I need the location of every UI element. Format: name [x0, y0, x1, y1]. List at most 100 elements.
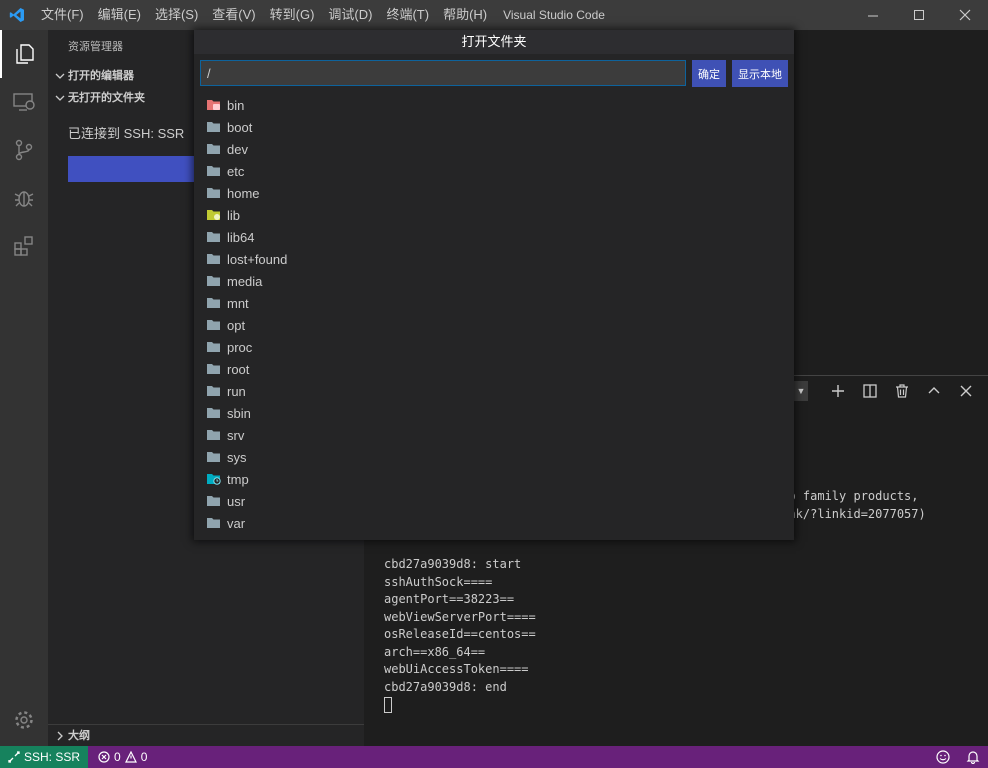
folder-list-item[interactable]: lost+found [194, 248, 794, 270]
menu-go[interactable]: 转到(G) [263, 0, 322, 30]
path-input[interactable] [200, 60, 686, 86]
folder-name: sys [227, 449, 247, 465]
plus-icon [832, 385, 844, 397]
no-folder-label: 无打开的文件夹 [68, 92, 145, 104]
problems-indicator[interactable]: 0 0 [88, 750, 157, 764]
folder-icon [206, 230, 222, 244]
explorer-activity[interactable] [0, 30, 48, 78]
dialog-input-row: 确定 显示本地 [200, 60, 788, 88]
new-terminal-button[interactable] [822, 376, 854, 406]
terminal-line: webViewServerPort==== [384, 609, 536, 624]
folder-list-item[interactable]: proc [194, 336, 794, 358]
activity-bar [0, 30, 48, 746]
folder-list-item[interactable]: home [194, 182, 794, 204]
terminal-line: sshAuthSock==== [384, 574, 493, 589]
extensions-icon [14, 236, 33, 256]
folder-list-item[interactable]: lib [194, 204, 794, 226]
folder-name: usr [227, 493, 246, 509]
outline-label: 大纲 [68, 729, 90, 742]
folder-list-item[interactable]: run [194, 380, 794, 402]
maximize-button[interactable] [896, 0, 942, 30]
folder-list-item[interactable]: mnt [194, 292, 794, 314]
show-local-button[interactable]: 显示本地 [732, 60, 788, 87]
open-folder-dialog: 打开文件夹 确定 显示本地 bin boot dev etc home lib lib64 l… [194, 30, 794, 540]
menu-selection[interactable]: 选择(S) [148, 0, 205, 30]
folder-icon [206, 384, 222, 398]
ok-button[interactable]: 确定 [692, 60, 726, 87]
folder-list-item[interactable]: bin [194, 94, 794, 116]
maximize-panel-button[interactable] [918, 376, 950, 406]
folder-list: bin boot dev etc home lib lib64 lost+found media… [194, 94, 794, 534]
folder-list-item[interactable]: tmp [194, 468, 794, 490]
close-panel-button[interactable] [950, 376, 982, 406]
folder-tmp-icon [206, 472, 222, 486]
folder-icon [206, 428, 222, 442]
folder-list-item[interactable]: etc [194, 160, 794, 182]
chevron-down-icon [52, 71, 68, 81]
notifications-button[interactable] [958, 746, 988, 768]
show-local-button-label: 显示本地 [738, 68, 782, 81]
chevron-down-icon [52, 93, 68, 103]
remote-label: SSH: SSR [24, 750, 81, 764]
close-window-button[interactable] [942, 0, 988, 30]
terminal-line: cbd27a9039d8: end [384, 679, 507, 694]
smiley-icon [936, 750, 950, 764]
folder-icon [206, 450, 222, 464]
outline-section[interactable]: 大纲 [48, 724, 364, 746]
menu-help[interactable]: 帮助(H) [436, 0, 494, 30]
folder-list-item[interactable]: root [194, 358, 794, 380]
folder-list-item[interactable]: usr [194, 490, 794, 512]
folder-icon [206, 274, 222, 288]
folder-name: root [227, 361, 250, 377]
remote-indicator[interactable]: SSH: SSR [0, 746, 89, 768]
menu-file[interactable]: 文件(F) [34, 0, 91, 30]
folder-list-item[interactable]: lib64 [194, 226, 794, 248]
terminal-select-dropdown[interactable]: ▼ [794, 381, 808, 401]
folder-name: etc [227, 163, 245, 179]
status-right [928, 746, 988, 768]
warning-icon [124, 751, 137, 763]
folder-name: sbin [227, 405, 251, 421]
split-terminal-button[interactable] [854, 376, 886, 406]
menu-edit[interactable]: 编辑(E) [91, 0, 148, 30]
debug-activity[interactable] [0, 174, 48, 222]
source-control-icon [15, 139, 33, 161]
kill-terminal-button[interactable] [886, 376, 918, 406]
source-control-activity[interactable] [0, 126, 48, 174]
error-count: 0 [114, 750, 121, 764]
error-icon [98, 751, 110, 763]
folder-list-item[interactable]: var [194, 512, 794, 534]
folder-list-item[interactable]: opt [194, 314, 794, 336]
feedback-button[interactable] [928, 746, 958, 768]
terminal-line: cbd27a9039d8: start [384, 557, 522, 571]
extensions-activity[interactable] [0, 222, 48, 270]
folder-list-item[interactable]: srv [194, 424, 794, 446]
open-editors-label: 打开的编辑器 [68, 70, 134, 82]
folder-icon [206, 142, 222, 156]
menu-terminal[interactable]: 终端(T) [379, 0, 436, 30]
remote-explorer-activity[interactable] [0, 78, 48, 126]
folder-list-item[interactable]: boot [194, 116, 794, 138]
panel-toolbar: ▼ [794, 376, 982, 406]
gear-icon [15, 711, 33, 729]
folder-list-item[interactable]: media [194, 270, 794, 292]
folder-list-item[interactable]: dev [194, 138, 794, 160]
folder-icon [206, 296, 222, 310]
folder-name: bin [227, 97, 245, 113]
folder-icon [206, 406, 222, 420]
folder-icon [206, 340, 222, 354]
folder-icon [206, 516, 222, 530]
folder-icon [206, 252, 222, 266]
menu-debug[interactable]: 调试(D) [321, 0, 379, 30]
folder-list-item[interactable]: sys [194, 446, 794, 468]
minimize-button[interactable] [850, 0, 896, 30]
menu-view[interactable]: 查看(V) [205, 0, 262, 30]
terminal-output-top: dio family products, link/?linkid=2077057… [774, 488, 926, 523]
folder-bin-icon [206, 98, 222, 112]
vscode-logo-icon [0, 0, 34, 30]
folder-icon [206, 318, 222, 332]
folder-list-item[interactable]: sbin [194, 402, 794, 424]
manage-activity[interactable] [0, 696, 48, 744]
terminal-line: agentPort==38223== [384, 592, 515, 606]
folder-name: run [227, 383, 246, 399]
